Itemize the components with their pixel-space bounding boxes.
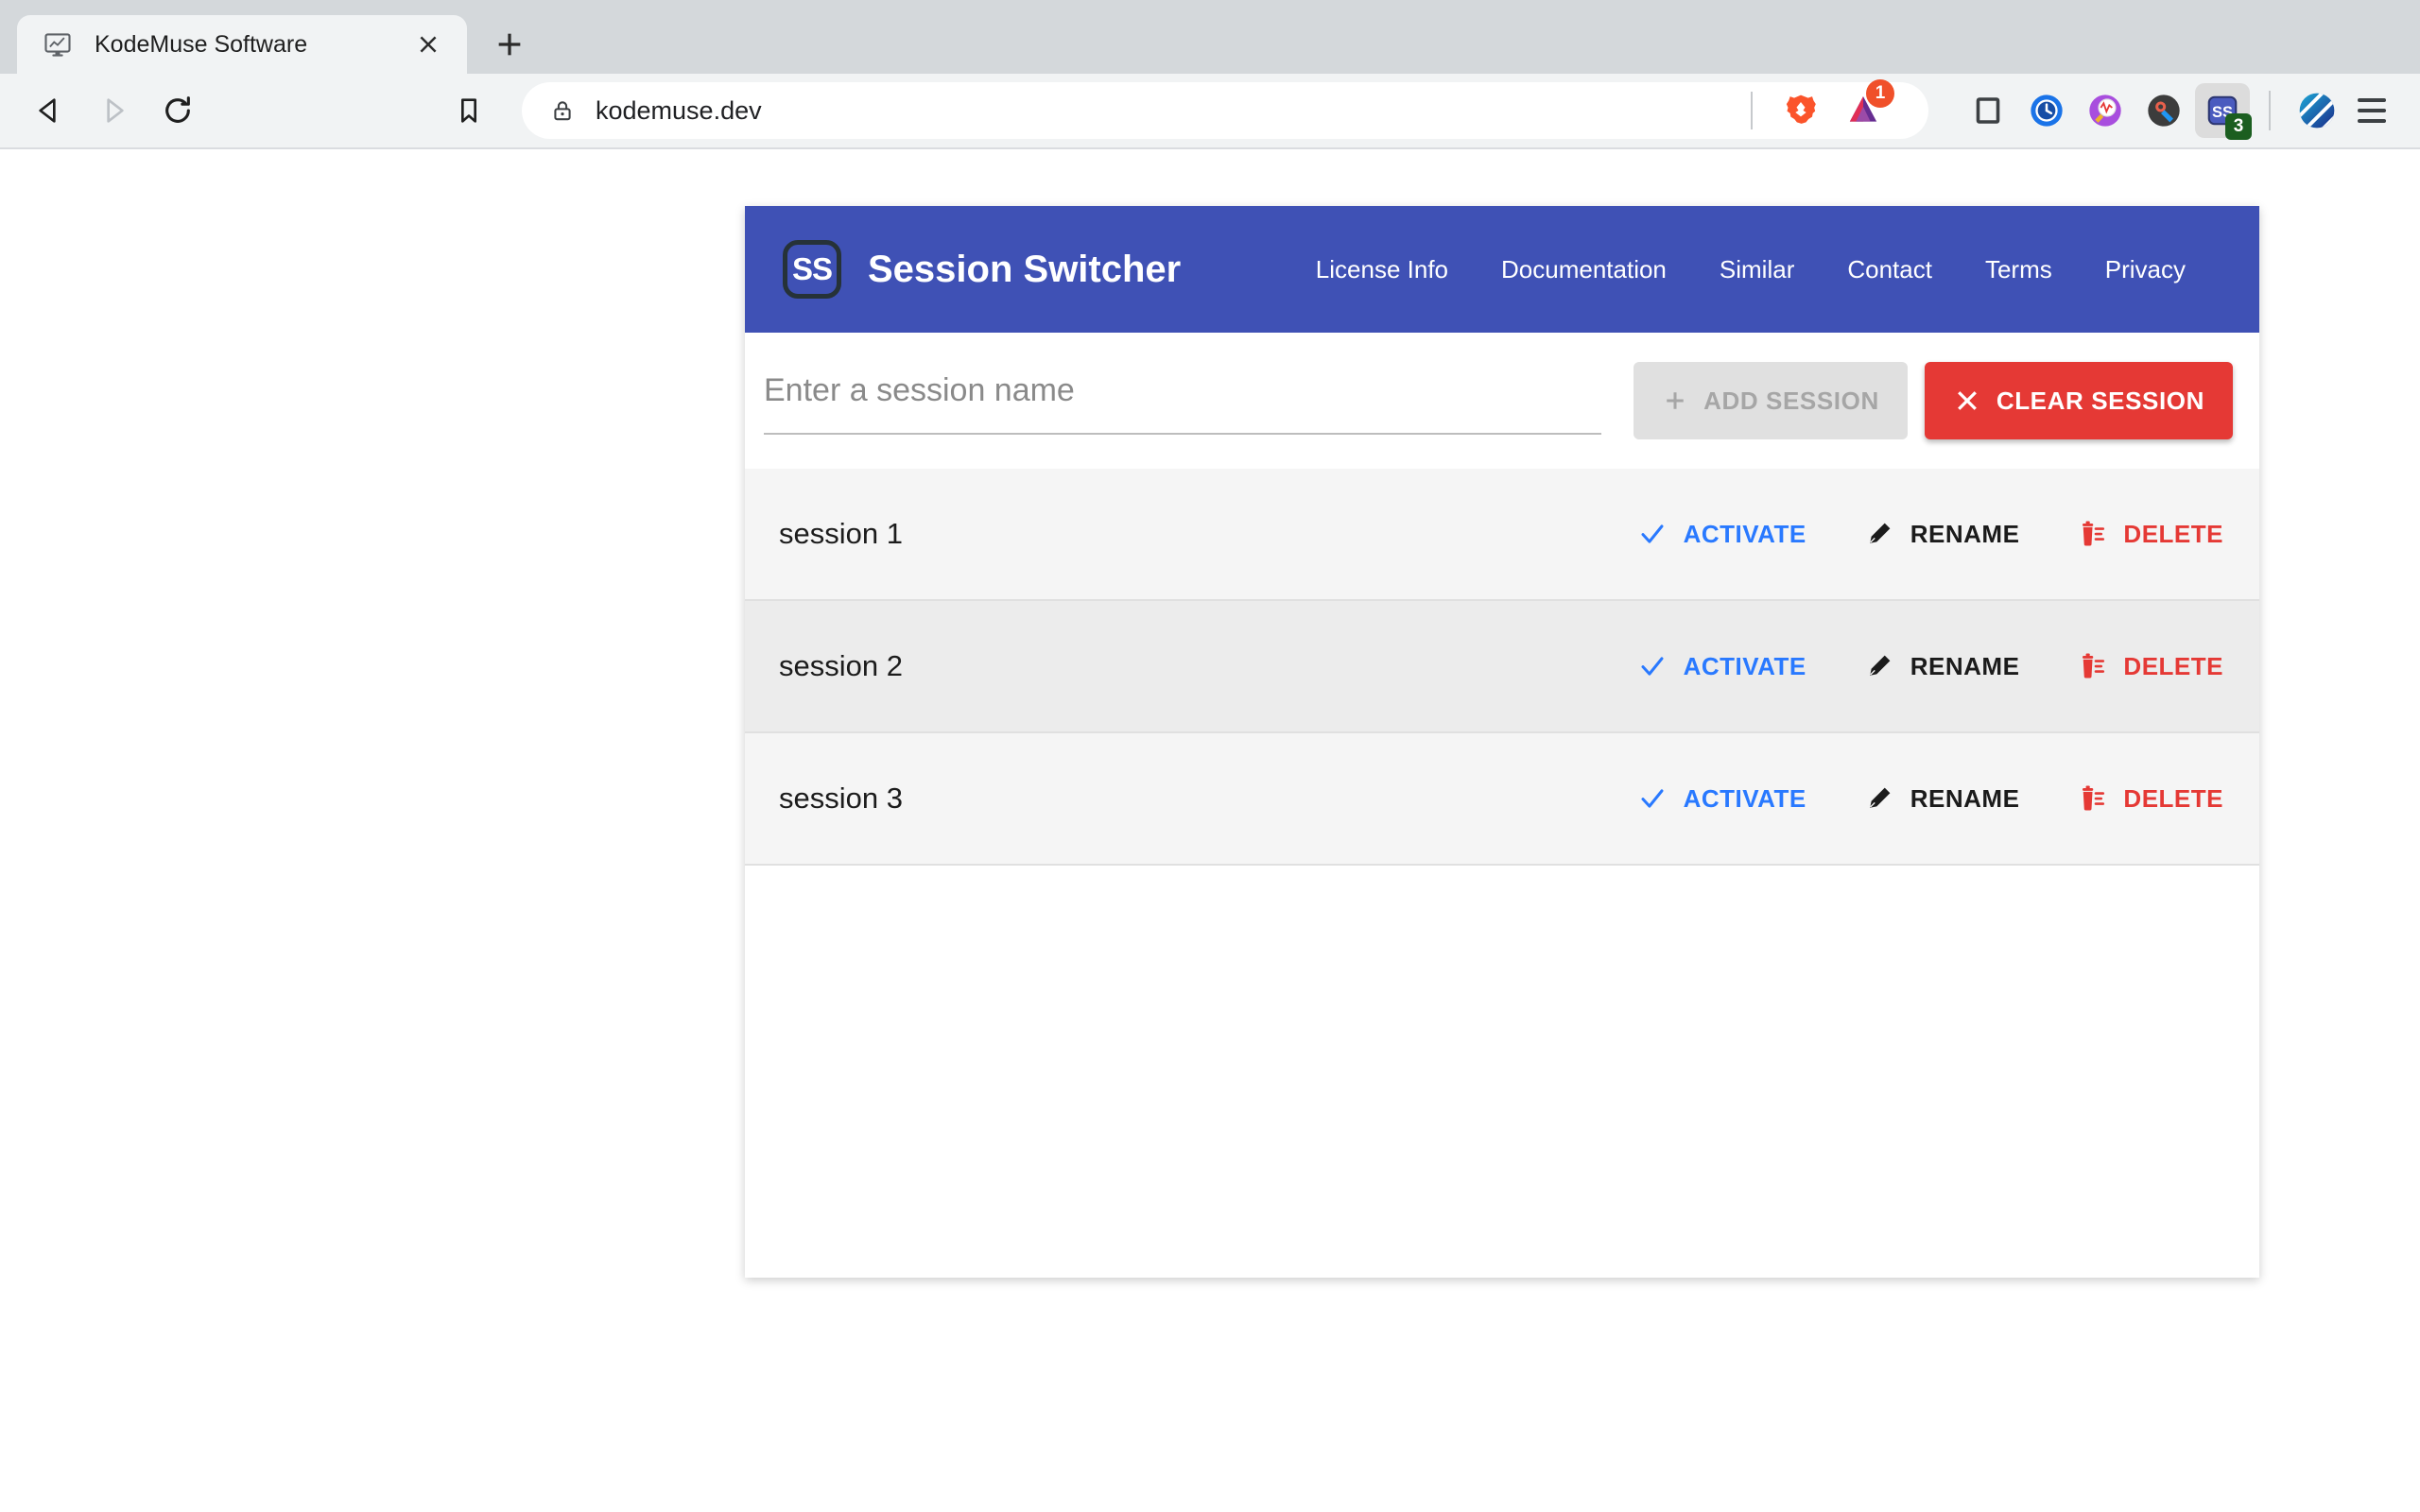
app-nav: License Info Documentation Similar Conta… bbox=[1316, 255, 2186, 284]
pencil-icon bbox=[1865, 652, 1893, 680]
delete-label: DELETE bbox=[2123, 651, 2223, 680]
close-x-icon bbox=[1953, 387, 1981, 415]
row-actions: ACTIVATE RENAME DELETE bbox=[1638, 784, 2223, 814]
controls-row: ADD SESSION CLEAR SESSION bbox=[745, 333, 2259, 469]
rename-label: RENAME bbox=[1910, 651, 2020, 680]
forward-arrow-icon bbox=[85, 82, 142, 139]
delete-button[interactable]: DELETE bbox=[2078, 784, 2223, 814]
back-arrow-icon[interactable] bbox=[21, 82, 78, 139]
activate-label: ACTIVATE bbox=[1683, 519, 1806, 548]
toolbar-divider bbox=[1751, 92, 1753, 129]
rename-button[interactable]: RENAME bbox=[1865, 784, 2020, 814]
add-session-button[interactable]: ADD SESSION bbox=[1634, 362, 1908, 439]
nav-link-similar[interactable]: Similar bbox=[1720, 255, 1794, 284]
trash-icon bbox=[2078, 520, 2106, 548]
table-row: session 1 ACTIVATE RENAME DELETE bbox=[745, 469, 2259, 601]
trash-icon bbox=[2078, 652, 2106, 680]
ss-extension-badge: 3 bbox=[2225, 113, 2252, 140]
session-name: session 2 bbox=[779, 649, 903, 682]
page-title: Session Switcher bbox=[868, 248, 1182, 290]
app-header: SS Session Switcher License Info Documen… bbox=[745, 206, 2259, 333]
rename-label: RENAME bbox=[1910, 519, 2020, 548]
rename-button[interactable]: RENAME bbox=[1865, 652, 2020, 681]
table-row: session 2 ACTIVATE RENAME DELETE bbox=[745, 601, 2259, 733]
plus-icon[interactable] bbox=[480, 15, 539, 74]
session-name: session 3 bbox=[779, 782, 903, 815]
activate-button[interactable]: ACTIVATE bbox=[1638, 520, 1806, 549]
check-icon bbox=[1638, 652, 1667, 680]
url-text: kodemuse.dev bbox=[596, 95, 762, 125]
list-empty-area bbox=[745, 866, 2259, 1278]
nav-link-privacy[interactable]: Privacy bbox=[2105, 255, 2186, 284]
brand-logo: SS bbox=[783, 240, 841, 299]
activate-label: ACTIVATE bbox=[1683, 651, 1806, 680]
session-input-wrap bbox=[764, 353, 1602, 448]
activate-label: ACTIVATE bbox=[1683, 783, 1806, 813]
tab-title: KodeMuse Software bbox=[95, 30, 308, 58]
check-icon bbox=[1638, 784, 1667, 813]
page-viewport: SS Session Switcher License Info Documen… bbox=[0, 149, 2420, 1512]
wrench-icon[interactable] bbox=[2136, 83, 2191, 138]
browser-chrome: KodeMuse Software kodemuse.dev 1 SS 3 bbox=[0, 0, 2420, 149]
profile-avatar-icon[interactable] bbox=[2290, 83, 2344, 138]
brave-buttons: 1 bbox=[1773, 79, 1904, 138]
bookmark-icon[interactable] bbox=[441, 82, 497, 139]
nav-link-contact[interactable]: Contact bbox=[1847, 255, 1932, 284]
rename-button[interactable]: RENAME bbox=[1865, 520, 2020, 549]
brave-lion-icon[interactable] bbox=[1773, 83, 1828, 138]
check-icon bbox=[1638, 520, 1667, 548]
magnifier-pulse-icon[interactable] bbox=[2078, 83, 2133, 138]
monitor-chart-icon bbox=[42, 28, 74, 60]
trash-icon bbox=[2078, 784, 2106, 813]
tab-strip: KodeMuse Software bbox=[0, 0, 2420, 74]
table-row: session 3 ACTIVATE RENAME DELETE bbox=[745, 733, 2259, 866]
lock-icon bbox=[546, 98, 579, 123]
session-switcher-card: SS Session Switcher License Info Documen… bbox=[745, 206, 2259, 1278]
nav-link-license-info[interactable]: License Info bbox=[1316, 255, 1448, 284]
rename-label: RENAME bbox=[1910, 783, 2020, 813]
nav-link-documentation[interactable]: Documentation bbox=[1501, 255, 1667, 284]
address-bar[interactable]: kodemuse.dev 1 bbox=[522, 79, 1928, 139]
delete-button[interactable]: DELETE bbox=[2078, 652, 2223, 681]
delete-label: DELETE bbox=[2123, 519, 2223, 548]
pencil-icon bbox=[1865, 784, 1893, 813]
activate-button[interactable]: ACTIVATE bbox=[1638, 652, 1806, 681]
close-icon[interactable] bbox=[410, 26, 446, 62]
row-actions: ACTIVATE RENAME DELETE bbox=[1638, 652, 2223, 681]
toolbar-divider-2 bbox=[2269, 91, 2271, 130]
browser-toolbar: kodemuse.dev 1 SS 3 bbox=[0, 74, 2420, 147]
extension-toolbar: SS 3 bbox=[1961, 83, 2252, 140]
bat-triangle-icon[interactable]: 1 bbox=[1836, 79, 1894, 138]
bat-badge: 1 bbox=[1866, 79, 1894, 108]
session-name-input[interactable] bbox=[764, 367, 1602, 435]
nav-link-terms[interactable]: Terms bbox=[1985, 255, 2052, 284]
clear-session-label: CLEAR SESSION bbox=[1996, 386, 2204, 415]
hamburger-menu-icon[interactable] bbox=[2344, 83, 2399, 138]
activate-button[interactable]: ACTIVATE bbox=[1638, 784, 1806, 814]
session-name: session 1 bbox=[779, 517, 903, 550]
reload-icon[interactable] bbox=[149, 82, 206, 139]
clock-icon[interactable] bbox=[2019, 83, 2074, 138]
brand: SS Session Switcher bbox=[783, 240, 1181, 299]
browser-tab[interactable]: KodeMuse Software bbox=[17, 15, 467, 74]
row-actions: ACTIVATE RENAME DELETE bbox=[1638, 520, 2223, 549]
plus-icon bbox=[1662, 387, 1688, 414]
session-list: session 1 ACTIVATE RENAME DELETE session… bbox=[745, 469, 2259, 1278]
clear-session-button[interactable]: CLEAR SESSION bbox=[1924, 362, 2233, 439]
ss-extension-icon[interactable]: SS 3 bbox=[2195, 83, 2252, 140]
square-outline-icon[interactable] bbox=[1961, 83, 2015, 138]
pencil-icon bbox=[1865, 520, 1893, 548]
delete-label: DELETE bbox=[2123, 783, 2223, 813]
delete-button[interactable]: DELETE bbox=[2078, 520, 2223, 549]
add-session-label: ADD SESSION bbox=[1703, 386, 1879, 415]
